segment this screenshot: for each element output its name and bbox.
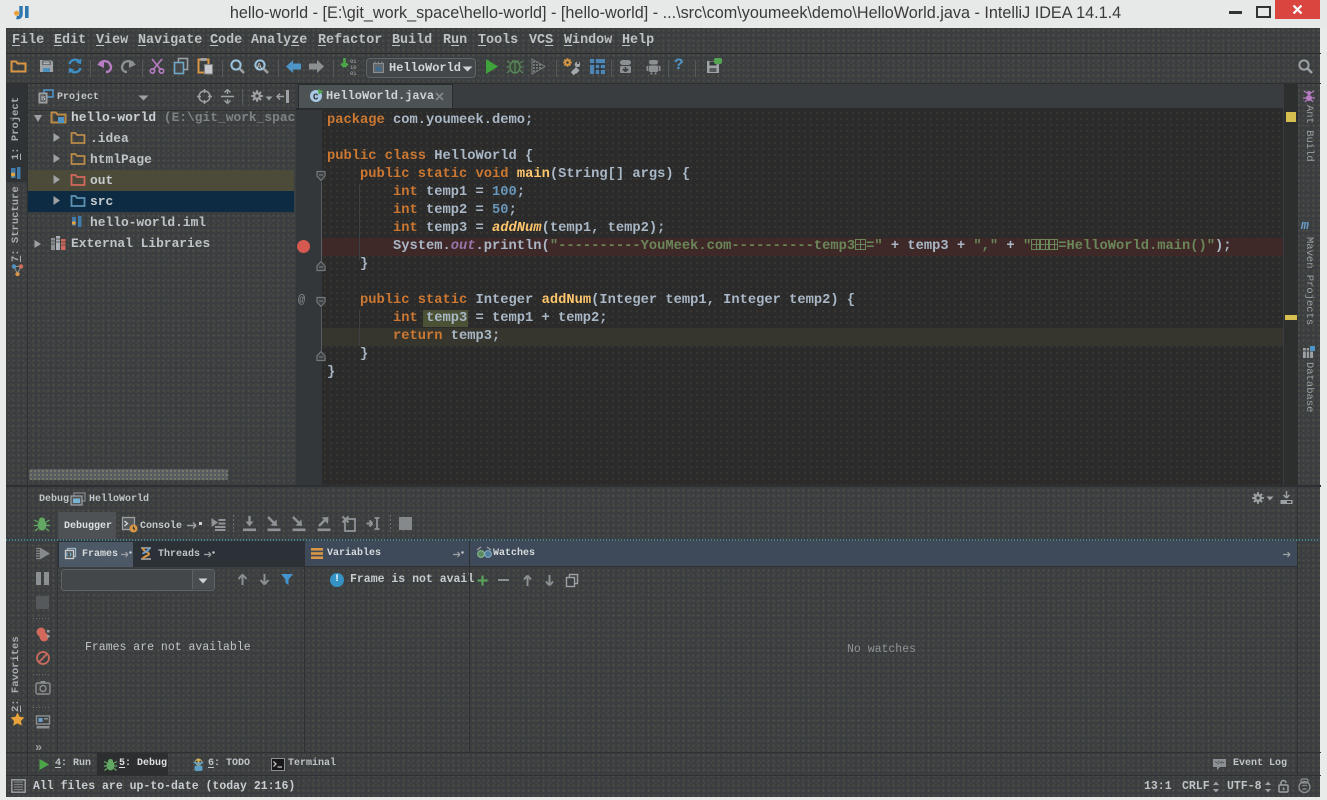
svg-text:01: 01	[350, 70, 357, 76]
svg-text:C: C	[313, 93, 319, 103]
svg-text:A: A	[257, 62, 263, 72]
